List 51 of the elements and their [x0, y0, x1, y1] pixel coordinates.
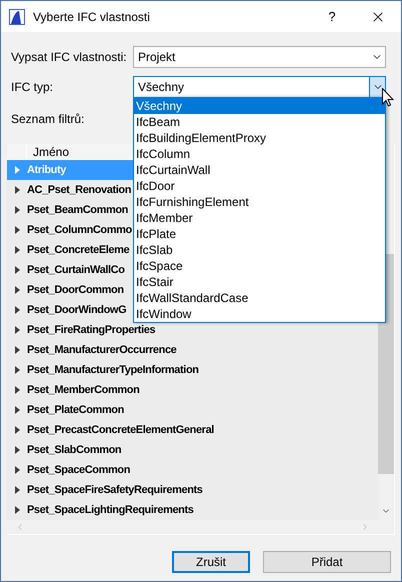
dialog-button[interactable]: Zrušit [172, 551, 250, 573]
dropdown-option[interactable]: Všechny [134, 98, 385, 114]
expand-arrow-icon[interactable] [15, 406, 20, 414]
help-button[interactable]: ? [309, 1, 355, 32]
expand-arrow-icon[interactable] [15, 206, 20, 214]
expand-arrow-icon[interactable] [15, 246, 20, 254]
dropdown-option[interactable]: IfcSpace [134, 258, 385, 274]
tree-item[interactable]: Pset_SlabCommon [7, 440, 378, 460]
dropdown-option[interactable]: IfcStair [134, 274, 385, 290]
dropdown-option[interactable]: IfcBeam [134, 114, 385, 130]
dropdown-option[interactable]: IfcMember [134, 210, 385, 226]
expand-arrow-icon[interactable] [15, 506, 20, 514]
expand-arrow-icon[interactable] [15, 466, 20, 474]
expand-arrow-icon[interactable] [15, 386, 20, 394]
expand-arrow-icon[interactable] [15, 346, 20, 354]
tree-item[interactable]: Pset_MemberCommon [7, 380, 378, 400]
dialog-button[interactable]: Přidat [263, 551, 391, 573]
dropdown-option[interactable]: IfcBuildingElementProxy [134, 130, 385, 146]
dropdown-option[interactable]: IfcCurtainWall [134, 162, 385, 178]
expand-arrow-icon[interactable] [15, 446, 20, 454]
tree-item[interactable]: Pset_FireRatingProperties [7, 320, 378, 340]
dropdown-field[interactable]: Projekt [133, 46, 386, 68]
expand-arrow-icon[interactable] [15, 306, 20, 314]
window-title: Vyberte IFC vlastnosti [33, 8, 151, 26]
tree-item[interactable]: Pset_ManufacturerTypeInformation [7, 360, 378, 380]
expand-arrow-icon[interactable] [15, 266, 20, 274]
dropdown-option[interactable]: IfcWallStandardCase [134, 290, 385, 306]
tree-item[interactable]: Pset_PlateCommon [7, 400, 378, 420]
dropdown-option[interactable]: IfcPlate [134, 226, 385, 242]
expand-arrow-icon[interactable] [15, 486, 20, 494]
tree-item[interactable]: Pset_PrecastConcreteElementGeneral [7, 420, 378, 440]
filter-list-label: Seznam filtrů: [11, 111, 84, 128]
expand-arrow-icon[interactable] [15, 366, 20, 374]
dropdown-option[interactable]: IfcSlab [134, 242, 385, 258]
field-label: Vypsat IFC vlastnosti: [11, 49, 128, 66]
tree-item[interactable]: Pset_SpaceLightingRequirements [7, 500, 378, 520]
dropdown-option[interactable]: IfcFurnishingElement [134, 194, 385, 210]
app-logo-icon [9, 8, 25, 24]
dropdown-field[interactable]: Všechny [133, 76, 386, 98]
dropdown-option[interactable]: IfcWindow [134, 306, 385, 322]
expand-arrow-icon[interactable] [15, 426, 20, 434]
dropdown-option[interactable]: IfcColumn [134, 146, 385, 162]
tree-item[interactable]: Pset_ManufacturerOccurrence [7, 340, 378, 360]
tree-item[interactable]: Pset_SpaceCommon [7, 460, 378, 480]
dropdown-option[interactable]: IfcDoor [134, 178, 385, 194]
field-label: IFC typ: [11, 79, 54, 96]
expand-arrow-icon[interactable] [15, 186, 20, 194]
expand-arrow-icon[interactable] [15, 326, 20, 334]
tree-item[interactable]: Pset_SpaceFireSafetyRequirements [7, 480, 378, 500]
expand-arrow-icon[interactable] [15, 286, 20, 294]
expand-arrow-icon[interactable] [15, 226, 20, 234]
